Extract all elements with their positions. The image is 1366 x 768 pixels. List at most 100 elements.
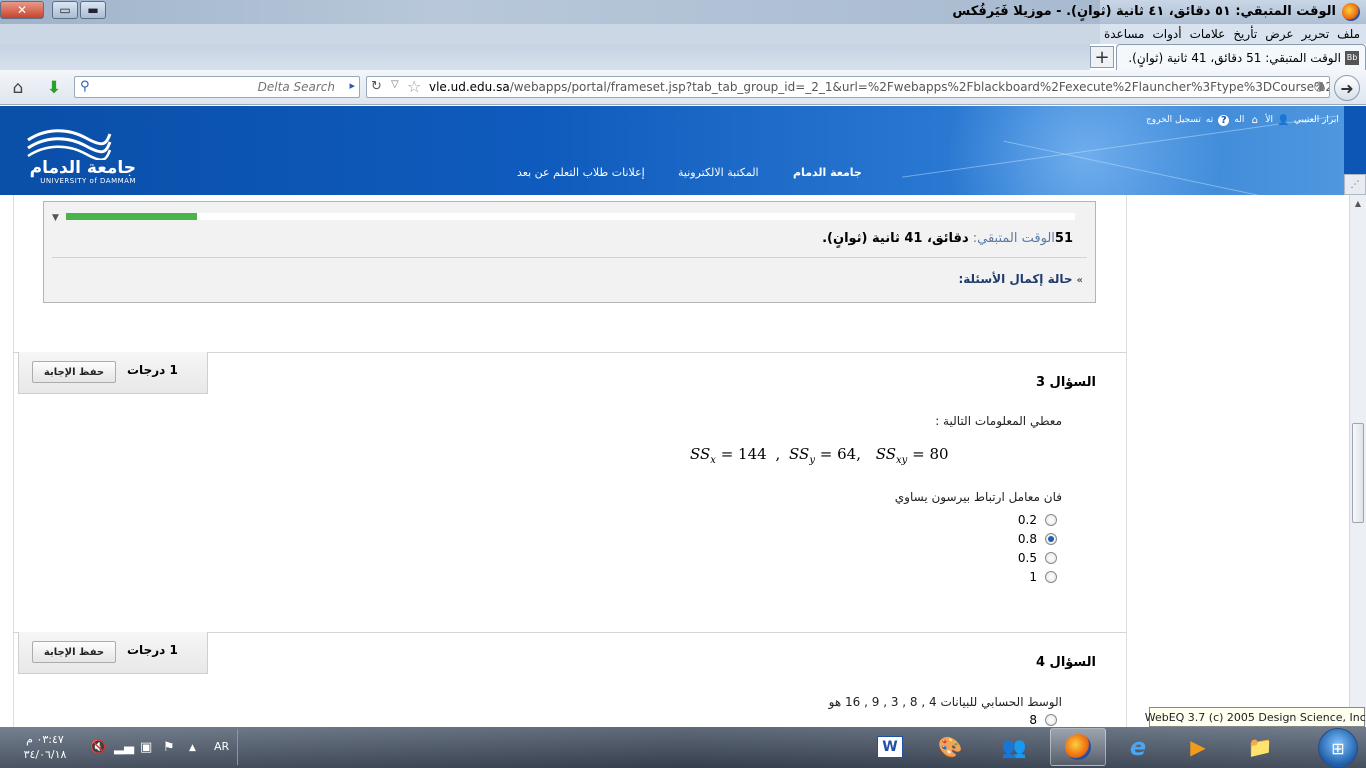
menubar: ملف تحرير عرض تأريخ علامات أدوات مساعدة — [1100, 24, 1366, 44]
download-arrow-icon[interactable]: ⬇ — [44, 78, 64, 98]
search-icon[interactable]: ⚲ — [80, 79, 90, 94]
windows-taskbar: ٠٣:٤٧ م ٣٤/٠٦/١٨ 🔇 ▂▄ ▣ ⚑ ▲ AR W 🎨 👥 e ▶… — [0, 727, 1366, 768]
question-4-prompt: الوسط الحسابي للبيانات 4 , 8 , 3 , 9 , 1… — [828, 695, 1062, 709]
answer-option[interactable]: 0.8 — [977, 529, 1057, 548]
university-logo-icon[interactable] — [24, 126, 112, 160]
menu-bookmarks[interactable]: علامات — [1190, 27, 1226, 41]
minimize-button[interactable]: ▬ — [80, 1, 106, 19]
menu-file[interactable]: ملف — [1337, 27, 1360, 41]
home-icon[interactable]: ⌂ — [8, 78, 28, 98]
forward-arrow-icon[interactable]: ➜ — [1334, 75, 1360, 101]
show-hidden-icons-icon[interactable]: ▲ — [189, 743, 196, 753]
maximize-button[interactable]: ▭ — [52, 1, 78, 19]
messenger-icon[interactable]: 👥 — [986, 728, 1042, 766]
url-domain: vle.ud.edu.sa — [429, 80, 510, 94]
menu-edit[interactable]: تحرير — [1302, 27, 1330, 41]
logout-link[interactable]: تسجيل الخروج — [1146, 115, 1201, 125]
url-text[interactable]: vle.ud.edu.sa/webapps/portal/frameset.js… — [429, 80, 1329, 94]
paint-icon[interactable]: 🎨 — [922, 728, 978, 766]
new-tab-button[interactable]: + — [1090, 46, 1114, 68]
scrollbar-thumb[interactable] — [1352, 423, 1364, 523]
option-label: 0.2 — [1017, 512, 1037, 527]
question-3-prompt: فان معامل ارتباط بيرسون يساوي — [894, 490, 1062, 504]
header-scrollbar[interactable]: ⋰ — [1344, 106, 1366, 195]
question-completion-toggle[interactable]: »حالة إكمال الأسئلة: — [958, 272, 1083, 286]
formula-separator: , — [775, 445, 781, 463]
search-input[interactable] — [97, 78, 335, 96]
radio-button[interactable] — [1045, 513, 1057, 526]
person-icon[interactable]: 👤 — [1277, 115, 1289, 126]
answer-option[interactable]: 1 — [977, 567, 1057, 586]
answer-option[interactable]: 0.2 — [977, 510, 1057, 529]
radio-button[interactable] — [1045, 570, 1057, 583]
nav-ads-tab[interactable]: إعلانات طلاب التعلم عن بعد — [517, 166, 645, 179]
help-link[interactable]: ته — [1206, 115, 1213, 125]
firefox-taskbar-icon[interactable] — [1050, 728, 1106, 766]
home-icon[interactable]: ⌂ — [1249, 115, 1260, 126]
divider — [52, 257, 1087, 258]
url-dropdown-icon[interactable]: ▽ — [391, 79, 399, 90]
resize-grip-icon[interactable]: ⋰ — [1344, 174, 1366, 195]
nav-library-tab[interactable]: المكتبة الالكترونية — [678, 166, 759, 179]
formula-subscript: xy — [896, 455, 908, 466]
browser-tab[interactable]: Bb الوقت المتبقي: 51 دقائق، 41 ثانية (ثو… — [1116, 44, 1366, 70]
radio-button[interactable] — [1045, 551, 1057, 564]
menu-history[interactable]: تأريخ — [1233, 27, 1257, 41]
volume-muted-icon[interactable]: 🔇 — [90, 740, 106, 755]
page-scrollbar[interactable]: ▲ — [1349, 195, 1366, 733]
collapse-triangle-icon[interactable]: ▼ — [52, 213, 59, 223]
menu-help[interactable]: مساعدة — [1104, 27, 1145, 41]
save-answer-button[interactable]: حفظ الإجابة — [32, 641, 116, 663]
formula-symbol: SS — [690, 445, 711, 463]
windows-start-icon[interactable]: ⊞ — [1318, 728, 1358, 768]
home-link[interactable]: اله — [1234, 115, 1244, 125]
nav-university-tab[interactable]: جامعة الدمام — [793, 166, 862, 179]
menu-view[interactable]: عرض — [1265, 27, 1293, 41]
url-path: /webapps/portal/frameset.jsp?tab_tab_gro… — [509, 80, 1329, 94]
action-center-flag-icon[interactable]: ⚑ — [163, 740, 175, 755]
close-button[interactable]: ✕ — [0, 1, 44, 19]
internet-explorer-icon[interactable]: e — [1110, 728, 1166, 766]
site-header: جامعة الدمام UNIVERSITY of DAMMAM جامعة … — [0, 106, 1344, 195]
menu-tools[interactable]: أدوات — [1153, 27, 1182, 41]
answer-option[interactable]: 0.5 — [977, 548, 1057, 567]
search-go-icon[interactable]: ▸ — [349, 79, 355, 92]
tray-app-icon[interactable]: ▣ — [140, 740, 152, 755]
url-bar[interactable]: ↻ ▽ ☆ vle.ud.edu.sa/webapps/portal/frame… — [366, 76, 1330, 98]
user-name[interactable]: ابرار العتيبي — [1294, 115, 1339, 125]
file-explorer-icon[interactable]: 📁 — [1232, 728, 1288, 766]
formula-value: = 144 — [720, 445, 767, 463]
formula-symbol: SS — [789, 445, 810, 463]
question-points: 1 درجات — [127, 643, 178, 657]
my-link[interactable]: الأ — [1265, 115, 1273, 125]
webeq-tooltip: WebEQ 3.7 (c) 2005 Design Science, Inc. — [1145, 707, 1366, 727]
option-label: 8 — [1029, 712, 1037, 727]
window-title: الوقت المتبقي: ٥١ دقائق، ٤١ ثانية (ثوانٍ… — [952, 4, 1336, 19]
radio-button-selected[interactable] — [1045, 532, 1057, 545]
tabstrip-background — [0, 44, 1090, 70]
content-border — [13, 195, 14, 733]
word-icon[interactable]: W — [862, 728, 918, 766]
option-label: 0.5 — [1017, 550, 1037, 565]
question-3-toolbar: حفظ الإجابة 1 درجات — [18, 352, 208, 394]
show-desktop-button[interactable] — [237, 729, 247, 765]
site-identity-icon[interactable]: ◑ — [1314, 79, 1325, 94]
window-titlebar: ✕ ▭ ▬ الوقت المتبقي: ٥١ دقائق، ٤١ ثانية … — [0, 0, 1366, 24]
bookmark-star-icon[interactable]: ☆ — [407, 77, 421, 96]
user-toolbar: 👤 ابرار العتيبي 👤 الأ ⌂ اله ? ته تسجيل ا… — [1146, 112, 1344, 128]
logo-english-text: UNIVERSITY of DAMMAM — [40, 177, 136, 185]
radio-button[interactable] — [1045, 713, 1057, 726]
reload-icon[interactable]: ↻ — [371, 79, 382, 94]
media-player-icon[interactable]: ▶ — [1170, 728, 1226, 766]
save-answer-button[interactable]: حفظ الإجابة — [32, 361, 116, 383]
help-icon[interactable]: ? — [1218, 114, 1230, 126]
formula-value: = 64, — [819, 445, 861, 463]
tab-title: الوقت المتبقي: 51 دقائق، 41 ثانية (ثوانٍ… — [1128, 50, 1341, 65]
network-signal-icon[interactable]: ▂▄ — [114, 740, 134, 755]
taskbar-clock[interactable]: ٠٣:٤٧ م ٣٤/٠٦/١٨ — [12, 732, 78, 762]
language-indicator[interactable]: AR — [214, 740, 229, 753]
time-progress-bar — [66, 213, 1075, 220]
scroll-up-arrow-icon[interactable]: ▲ — [1350, 195, 1366, 211]
question-3-intro: معطي المعلومات التالية : — [935, 414, 1062, 428]
time-remaining-label: الوقت المتبقي: — [972, 231, 1055, 246]
